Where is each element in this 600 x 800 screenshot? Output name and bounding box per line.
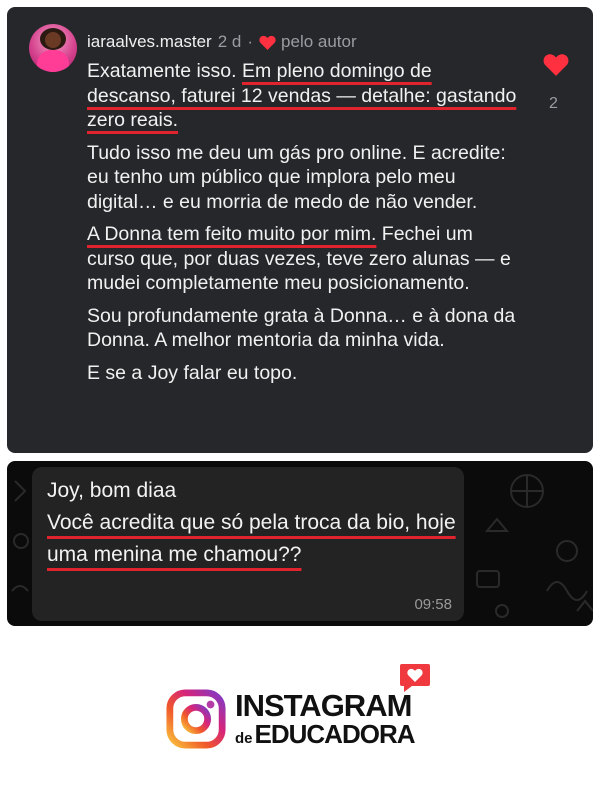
heart-notification-icon	[400, 664, 430, 692]
like-count: 2	[549, 95, 558, 112]
heart-icon	[259, 35, 276, 50]
comment-paragraph-1: Exatamente isso. Em pleno domingo de des…	[87, 59, 517, 133]
avatar-shirt	[37, 50, 69, 72]
instagram-icon	[166, 689, 226, 749]
avatar[interactable]	[29, 24, 77, 72]
heart-icon[interactable]	[543, 53, 569, 76]
instagram-comment-card: iaraalves.master 2 d · pelo autor Exatam…	[7, 7, 593, 453]
brand-logo: INSTAGRAM deEDUCADORA	[165, 660, 445, 760]
brand-sub-prefix: de	[235, 730, 253, 747]
comment-paragraph-5: E se a Joy falar eu topo.	[87, 361, 517, 386]
comment-p4-text: Sou profundamente grata à Donna… e à don…	[87, 304, 516, 352]
brand-subtitle: deEDUCADORA	[235, 719, 416, 750]
comment-username[interactable]: iaraalves.master	[87, 32, 212, 52]
message-time: 09:58	[414, 596, 452, 613]
message-greeting: Joy, bom diaa	[47, 479, 177, 502]
comment-paragraph-3: A Donna tem feito muito por mim. Fechei …	[87, 222, 517, 296]
brand-sub-word: EDUCADORA	[254, 719, 416, 749]
comment-p3-highlight: A Donna tem feito muito por mim.	[87, 223, 377, 245]
message-bubble[interactable]: Joy, bom diaa Você acredita que só pela …	[32, 467, 464, 621]
comment-paragraph-4: Sou profundamente grata à Donna… e à don…	[87, 304, 517, 353]
meta-separator: ·	[247, 32, 254, 51]
comment-p1-text: Exatamente isso.	[87, 60, 242, 82]
message-text: Joy, bom diaa Você acredita que só pela …	[47, 475, 457, 571]
comment-paragraph-2: Tudo isso me deu um gás pro online. E ac…	[87, 141, 517, 215]
message-body: Você acredita que só pela troca da bio, …	[47, 507, 457, 571]
comment-meta: iaraalves.master 2 d · pelo autor	[87, 31, 357, 53]
comment-text: Exatamente isso. Em pleno domingo de des…	[87, 59, 517, 393]
comment-p2-text: Tudo isso me deu um gás pro online. E ac…	[87, 141, 506, 213]
whatsapp-chat-card: Joy, bom diaa Você acredita que só pela …	[7, 461, 593, 626]
comment-time: 2 d	[217, 32, 242, 51]
message-highlight: Você acredita que só pela troca da bio, …	[47, 511, 456, 566]
author-like-label: pelo autor	[281, 32, 357, 51]
avatar-face	[45, 32, 61, 48]
comment-p5-text: E se a Joy falar eu topo.	[87, 361, 298, 384]
